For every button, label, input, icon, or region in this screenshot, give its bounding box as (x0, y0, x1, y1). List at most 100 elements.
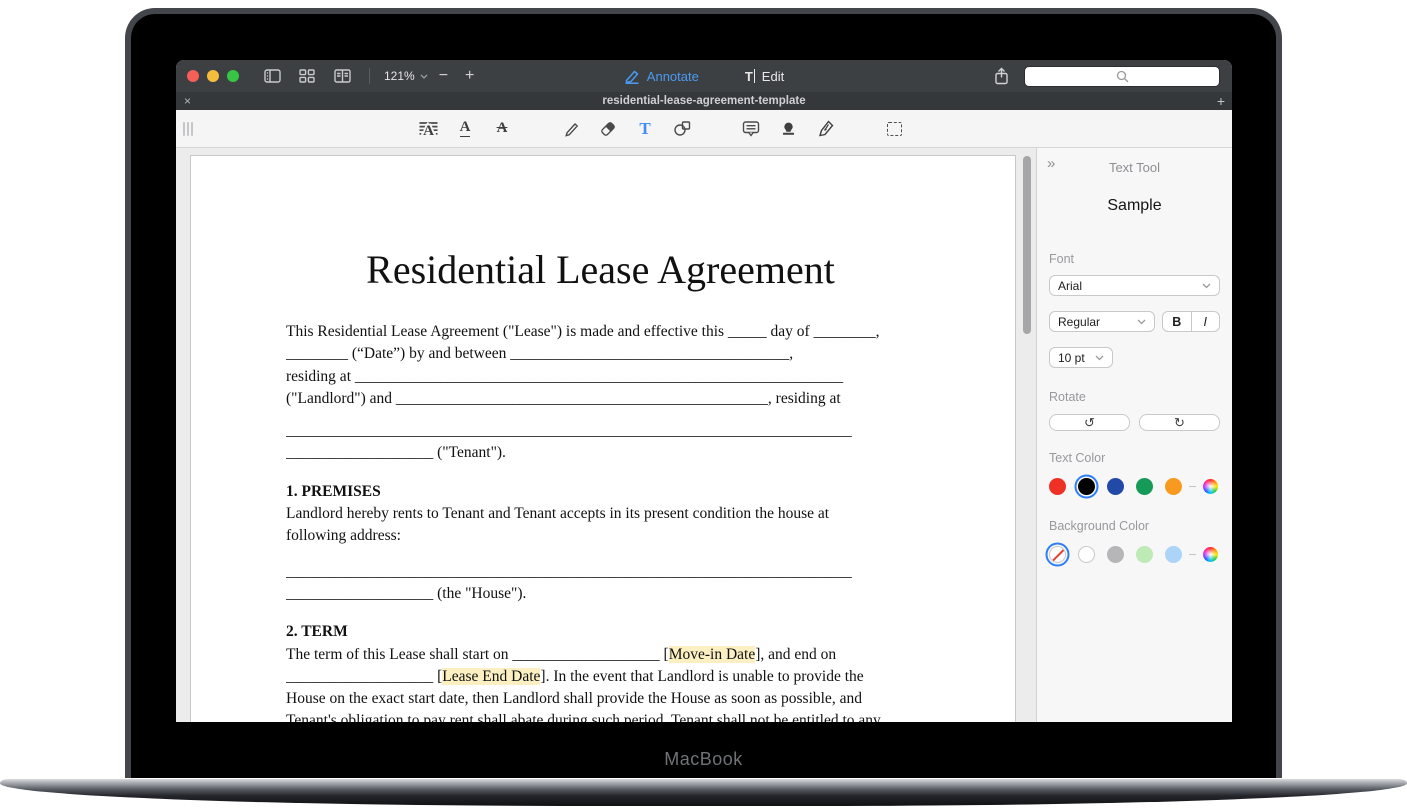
doc-line: ___________________ (the "House"). (286, 583, 915, 605)
highlight-text-tool-icon[interactable]: A (417, 119, 439, 139)
doc-line: Landlord hereby rents to Tenant and Tena… (286, 503, 915, 525)
pdf-app-window: 121% − + Annotate T (176, 60, 1232, 722)
bold-button[interactable]: B (1163, 312, 1192, 331)
scrollbar-thumb[interactable] (1023, 156, 1031, 334)
minimize-window-button[interactable] (207, 70, 219, 82)
background-color-blue-swatch[interactable] (1165, 546, 1182, 563)
background-color-green-swatch[interactable] (1136, 546, 1153, 563)
font-size-select[interactable]: 10 pt (1049, 347, 1113, 368)
rotate-section-label: Rotate (1049, 390, 1220, 404)
stamp-tool-icon[interactable] (777, 119, 799, 139)
font-sample-preview: Sample (1049, 197, 1220, 215)
share-icon[interactable] (990, 66, 1012, 86)
rotate-left-icon: ↺ (1084, 416, 1095, 429)
zoom-level-value[interactable]: 121% (384, 69, 415, 83)
zoom-window-button[interactable] (227, 70, 239, 82)
doc-line: residing at ____________________________… (286, 366, 915, 388)
collapse-sidebar-icon[interactable]: » (1047, 156, 1055, 171)
annotation-toolbar: A A A (176, 110, 1232, 148)
background-color-white-swatch[interactable] (1078, 546, 1095, 563)
main-area: Residential Lease Agreement This Residen… (176, 148, 1232, 722)
eraser-tool-icon[interactable] (597, 119, 619, 139)
toolbar-right (990, 66, 1220, 87)
text-tool-icon-active[interactable]: T (634, 119, 656, 139)
zoom-in-button[interactable]: + (459, 68, 480, 84)
doc-line: The term of this Lease shall start on __… (286, 644, 915, 666)
svg-text:A: A (423, 123, 434, 137)
edit-label: Edit (762, 69, 784, 84)
section-2-heading: 2. TERM (286, 621, 915, 643)
text-color-green-swatch[interactable] (1136, 478, 1153, 495)
text-color-section-label: Text Color (1049, 451, 1220, 465)
chevron-down-icon (1095, 355, 1104, 361)
pencil-tool-icon[interactable] (560, 119, 582, 139)
zoom-out-button[interactable]: − (433, 68, 454, 84)
doc-line: ________ (“Date”) by and between _______… (286, 343, 915, 365)
macbook-base (0, 779, 1407, 806)
macbook-screen: 121% − + Annotate T (125, 8, 1282, 778)
text-color-red-swatch[interactable] (1049, 478, 1066, 495)
doc-line: ___________________ [Lease End Date]. In… (286, 666, 915, 688)
doc-line: ("Landlord") and _______________________… (286, 388, 915, 410)
search-input[interactable] (1024, 66, 1220, 87)
text-color-blue-swatch[interactable] (1107, 478, 1124, 495)
rotate-right-button[interactable]: ↻ (1139, 414, 1220, 431)
color-wheel-swatch[interactable] (1203, 547, 1218, 562)
signature-tool-icon[interactable] (814, 119, 836, 139)
annotate-label: Annotate (647, 69, 699, 84)
highlighted-text: Lease End Date (442, 668, 540, 685)
text-color-orange-swatch[interactable] (1165, 478, 1182, 495)
text-color-swatches (1049, 478, 1220, 495)
chevron-down-icon (1202, 283, 1211, 289)
traffic-lights (187, 70, 239, 82)
macbook-mockup: 121% − + Annotate T (0, 0, 1407, 809)
font-style-select[interactable]: Regular (1049, 311, 1155, 332)
sidebar-title: Text Tool (1049, 160, 1220, 175)
view-buttons (261, 66, 353, 86)
underline-tool-icon[interactable]: A (454, 119, 476, 139)
doc-line: Tenant's obligation to pay rent shall ab… (286, 710, 915, 722)
document-title: Residential Lease Agreement (286, 247, 915, 293)
text-tool-sidebar: » Text Tool Sample Font Arial Regular (1036, 148, 1232, 722)
macbook-label: MacBook (131, 749, 1276, 770)
search-icon (1116, 70, 1129, 83)
text-color-black-swatch-selected[interactable] (1078, 478, 1095, 495)
selection-tool-icon[interactable] (883, 119, 905, 139)
color-wheel-swatch[interactable] (1203, 479, 1218, 494)
font-section-label: Font (1049, 252, 1220, 266)
document-area: Residential Lease Agreement This Residen… (176, 148, 1036, 722)
background-color-none-swatch-selected[interactable] (1049, 546, 1066, 563)
doc-line: following address: (286, 525, 915, 547)
edit-text-icon: T (745, 69, 755, 84)
note-tool-icon[interactable] (740, 119, 762, 139)
top-toolbar: 121% − + Annotate T (176, 60, 1232, 92)
annotation-tools: A A A (286, 119, 1036, 139)
tab-annotate[interactable]: Annotate (624, 69, 699, 84)
shapes-tool-icon[interactable] (671, 119, 693, 139)
rotate-right-icon: ↻ (1174, 416, 1185, 429)
sidebar-panel-icon[interactable] (261, 66, 283, 86)
section-1-heading: 1. PREMISES (286, 481, 915, 503)
two-page-view-icon[interactable] (331, 66, 353, 86)
toolbar-drag-handle[interactable] (183, 122, 193, 136)
doc-line: ________________________________________… (286, 420, 915, 442)
tab-bar: × residential-lease-agreement-template + (176, 92, 1232, 110)
close-window-button[interactable] (187, 70, 199, 82)
document-tab-title[interactable]: residential-lease-agreement-template (176, 95, 1232, 107)
tab-edit[interactable]: T Edit (745, 69, 784, 84)
strikeout-tool-icon[interactable]: A (491, 119, 513, 139)
background-color-gray-swatch[interactable] (1107, 546, 1124, 563)
zoom-controls: 121% − + (384, 68, 480, 84)
swatch-divider (1189, 554, 1196, 556)
highlighted-text: Move-in Date (669, 646, 756, 663)
chevron-down-icon (1137, 319, 1146, 325)
italic-button[interactable]: I (1192, 312, 1220, 331)
doc-line: ___________________ ("Tenant"). (286, 442, 915, 464)
doc-line: This Residential Lease Agreement ("Lease… (286, 321, 915, 343)
doc-line: ________________________________________… (286, 561, 915, 583)
rotate-left-button[interactable]: ↺ (1049, 414, 1130, 431)
thumbnails-view-icon[interactable] (296, 66, 318, 86)
font-family-select[interactable]: Arial (1049, 275, 1220, 296)
doc-line: House on the exact start date, then Land… (286, 688, 915, 710)
document-page[interactable]: Residential Lease Agreement This Residen… (190, 155, 1016, 722)
